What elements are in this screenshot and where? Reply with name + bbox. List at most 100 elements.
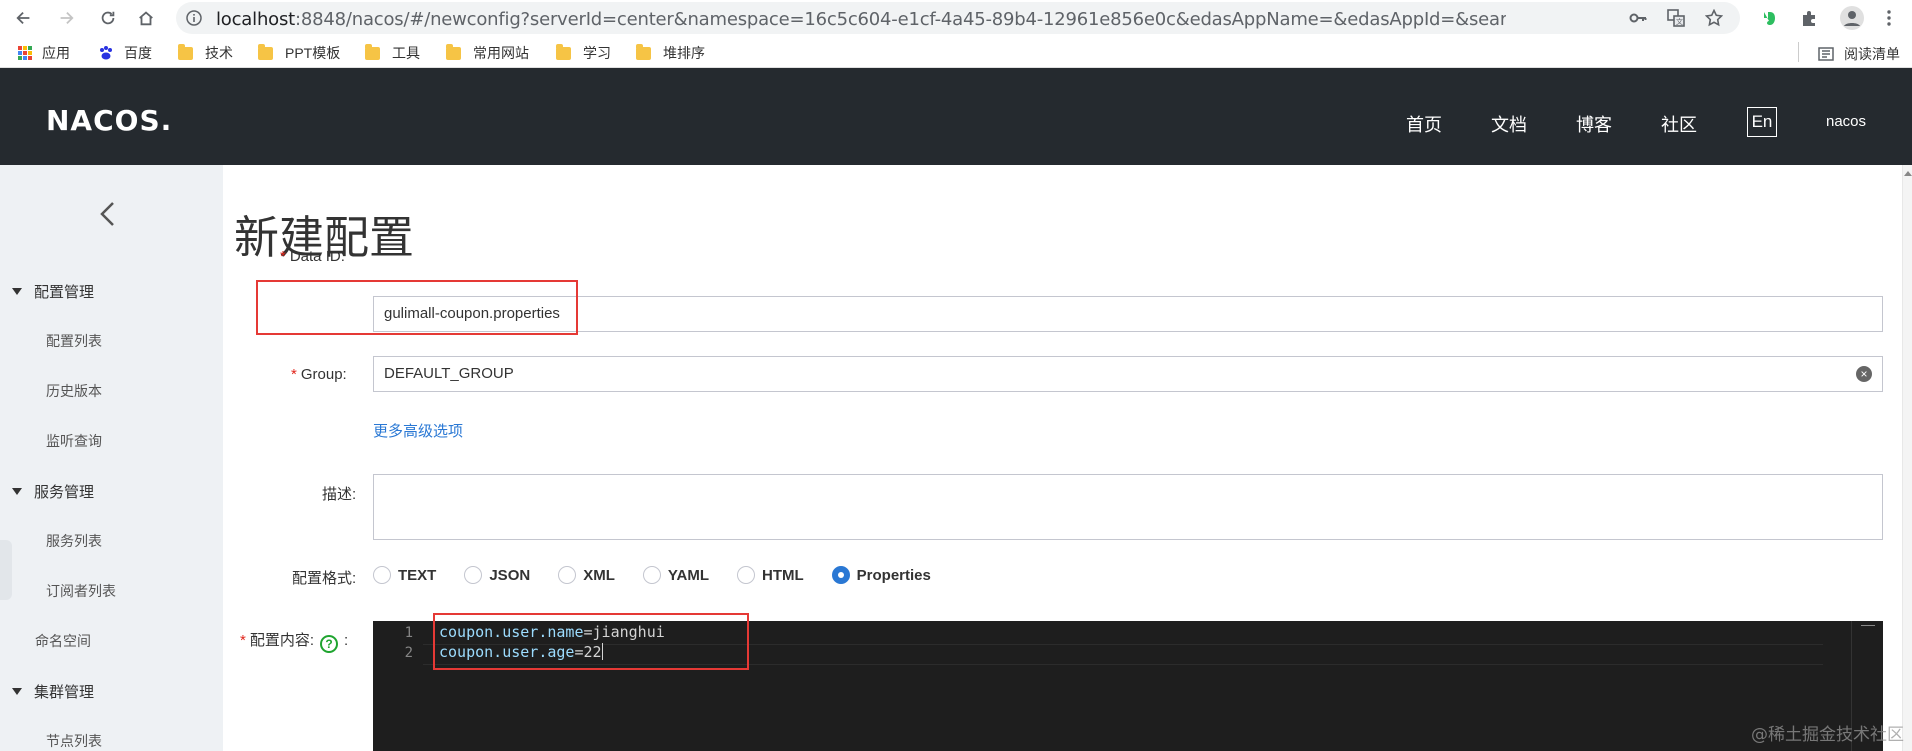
bookmark-star-icon[interactable] (1704, 8, 1724, 27)
bookmark-folder-heapsort[interactable]: 堆排序 (636, 43, 705, 62)
radio-circle (464, 566, 483, 584)
format-option-json[interactable]: JSON (464, 566, 530, 584)
address-bar[interactable]: localhost:8848/nacos/#/newconfig?serverI… (176, 2, 1740, 34)
forward-icon[interactable] (52, 4, 80, 32)
radio-circle-selected (831, 566, 850, 584)
nav-home[interactable]: 首页 (1406, 111, 1442, 137)
folder-icon (178, 43, 193, 60)
reload-icon[interactable] (94, 4, 122, 32)
help-icon[interactable]: ? (320, 635, 339, 653)
bookmarks-divider (1798, 42, 1799, 62)
reading-list-label: 阅读清单 (1844, 46, 1900, 62)
line-number: 1 (404, 625, 413, 641)
site-info-icon[interactable] (186, 10, 202, 26)
bookmark-label: 常用网站 (473, 45, 529, 61)
nav-blog[interactable]: 博客 (1576, 111, 1612, 137)
radio-circle (373, 566, 391, 584)
bookmark-label: 百度 (124, 45, 152, 61)
browser-menu-icon[interactable] (1880, 9, 1898, 27)
sidebar-group-label: 配置管理 (34, 284, 95, 301)
key-icon[interactable] (1629, 9, 1647, 27)
browser-toolbar: localhost:8848/nacos/#/newconfig?serverI… (0, 0, 1912, 36)
editor-gutter: 1 2 (373, 621, 423, 751)
reading-list-button[interactable]: 阅读清单 (1818, 44, 1900, 64)
format-option-yaml[interactable]: YAML (642, 566, 709, 584)
format-option-text[interactable]: TEXT (373, 566, 436, 584)
sidebar-collapse-icon[interactable] (96, 199, 120, 229)
sidebar-item-history[interactable]: 历史版本 (46, 381, 102, 401)
svg-text:文: 文 (1676, 17, 1683, 26)
bookmark-folder-tools[interactable]: 工具 (365, 43, 420, 62)
sidebar-item-subscribers[interactable]: 订阅者列表 (46, 581, 116, 601)
format-radio-group: TEXT JSON XML YAML HTML Properties (373, 566, 959, 584)
bookmark-label: 应用 (42, 45, 70, 61)
radio-circle (737, 566, 755, 584)
format-label: 配置格式: (292, 570, 357, 587)
app-header: NACOS. 首页 文档 博客 社区 En nacos (0, 68, 1912, 165)
bookmark-apps[interactable]: 应用 (18, 44, 70, 62)
annotation-highlight-data-id (256, 280, 578, 335)
bookmark-folder-study[interactable]: 学习 (556, 43, 611, 62)
back-icon[interactable] (10, 4, 38, 32)
advanced-options-link[interactable]: 更多高级选项 (373, 420, 463, 441)
sidebar: 配置管理 配置列表 历史版本 监听查询 服务管理 服务列表 订阅者列表 命名空间… (0, 165, 223, 751)
group-input[interactable]: DEFAULT_GROUP × (373, 356, 1883, 392)
annotation-highlight-content (433, 613, 749, 670)
line-number: 2 (404, 645, 413, 661)
home-icon[interactable] (132, 4, 160, 32)
baidu-paw-icon (100, 46, 112, 60)
sidebar-group-label: 集群管理 (34, 684, 95, 701)
folder-icon (556, 43, 571, 60)
sidebar-item-service-list[interactable]: 服务列表 (46, 531, 102, 551)
sidebar-item-node-list[interactable]: 节点列表 (46, 731, 102, 751)
extensions-puzzle-icon[interactable] (1800, 9, 1818, 27)
caret-down-icon (12, 288, 22, 295)
radio-circle (558, 566, 577, 584)
radio-circle (642, 566, 661, 584)
content-label: * 配置内容:?: (240, 632, 349, 653)
bookmark-folder-sites[interactable]: 常用网站 (446, 43, 529, 62)
format-option-xml[interactable]: XML (558, 566, 615, 584)
language-toggle[interactable]: En (1747, 107, 1777, 137)
format-option-properties[interactable]: Properties (831, 566, 931, 584)
user-menu[interactable]: nacos (1826, 113, 1866, 130)
caret-down-icon (12, 688, 22, 695)
apps-grid-icon (18, 46, 32, 60)
profile-avatar-icon[interactable] (1840, 6, 1864, 30)
data-id-input[interactable]: gulimall-coupon.properties (373, 296, 1883, 332)
folder-icon (446, 43, 461, 60)
sidebar-edge-handle (0, 540, 12, 600)
sidebar-group-cluster[interactable]: 集群管理 (12, 681, 94, 702)
bookmarks-bar: 应用 百度 技术 PPT模板 工具 常用网站 学习 堆排序 阅读清单 (0, 36, 1912, 68)
nav-docs[interactable]: 文档 (1491, 111, 1527, 137)
watermark: @稀土掘金技术社区 (1751, 725, 1904, 745)
bookmark-label: 学习 (583, 45, 611, 61)
bookmark-folder-ppt[interactable]: PPT模板 (258, 43, 340, 62)
folder-icon (258, 43, 273, 60)
nacos-logo[interactable]: NACOS. (46, 104, 172, 137)
sidebar-item-config-list[interactable]: 配置列表 (46, 331, 102, 351)
sidebar-group-label: 服务管理 (34, 484, 95, 501)
minimap-slider[interactable] (1861, 625, 1875, 645)
bookmark-label: 技术 (205, 45, 233, 61)
folder-icon (365, 43, 380, 60)
evernote-extension-icon[interactable] (1760, 9, 1778, 27)
bookmark-folder-tech[interactable]: 技术 (178, 43, 233, 62)
description-textarea[interactable] (373, 474, 1883, 540)
nav-community[interactable]: 社区 (1661, 111, 1697, 137)
sidebar-item-namespace[interactable]: 命名空间 (35, 631, 91, 651)
page-scrollbar[interactable] (1902, 165, 1912, 751)
bookmark-baidu[interactable]: 百度 (98, 44, 152, 62)
format-option-html[interactable]: HTML (737, 566, 804, 584)
translate-icon[interactable]: 文 (1667, 9, 1685, 27)
sidebar-item-listener-query[interactable]: 监听查询 (46, 431, 102, 451)
description-label: 描述: (322, 486, 357, 503)
caret-down-icon (12, 488, 22, 495)
scroll-up-arrow-icon[interactable] (1904, 171, 1912, 176)
clear-icon[interactable]: × (1856, 366, 1872, 382)
sidebar-group-service[interactable]: 服务管理 (12, 481, 94, 502)
url-text: localhost:8848/nacos/#/newconfig?serverI… (216, 9, 1506, 30)
sidebar-group-config[interactable]: 配置管理 (12, 281, 94, 302)
bookmark-label: 堆排序 (663, 45, 705, 61)
bookmark-label: 工具 (392, 45, 420, 61)
